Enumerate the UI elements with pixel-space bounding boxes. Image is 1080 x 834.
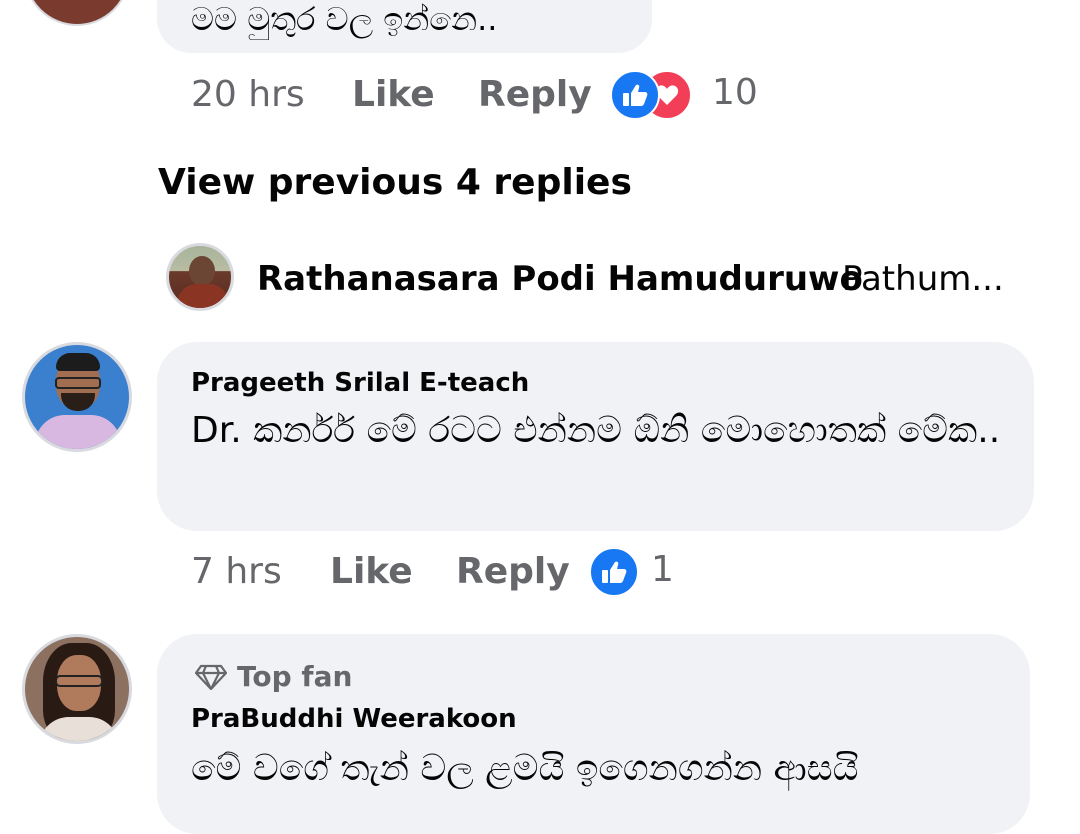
comment-author-2[interactable]: Prageeth Srilal E-teach [191,368,529,398]
comment-text-3: මේ වගේ තැන් වල ළමයි ඉගෙනගන්න ආසයි [191,748,859,789]
reply-button-1[interactable]: Reply [478,74,592,115]
view-previous-replies-link[interactable]: View previous 4 replies [158,162,632,203]
avatar-beard [61,393,95,411]
comment-time-2[interactable]: 7 hrs [191,551,282,592]
comment-bubble-3: Top fan PraBuddhi Weerakoon මේ වගේ තැන් … [157,634,1030,834]
reply-preview-author[interactable]: Rathanasara Podi Hamuduruwo [257,259,863,299]
avatar-commenter-2[interactable] [22,342,132,452]
top-fan-badge[interactable]: Top fan [195,660,395,693]
reply-button-2[interactable]: Reply [456,551,570,592]
glasses-icon [55,675,103,687]
reply-preview-snippet: Pathum... [842,259,1004,299]
reaction-count-2: 1 [651,549,674,590]
avatar-face [189,256,215,286]
comment-bubble-2: Prageeth Srilal E-teach Dr. කර්නර් මේ රට… [157,342,1034,531]
reactions-summary-1[interactable]: 10 [610,70,810,122]
comment-actions-1: 20 hrs Like Reply 10 [191,70,791,124]
reaction-count-1: 10 [712,72,758,113]
avatar-robe [177,284,229,308]
comment-actions-2: 7 hrs Like Reply 1 [191,547,791,601]
comment-author-3[interactable]: PraBuddhi Weerakoon [191,704,517,734]
comment-text-1: මම මුතුර වල ඉන්නෙ.. [191,0,498,38]
avatar-shirt [35,415,121,449]
comment-time-1[interactable]: 20 hrs [191,74,305,115]
reactions-summary-2[interactable]: 1 [589,547,709,599]
comment-text-2: Dr. කර්නර් මේ රටට එන්නම ඕනි මොහොතක් මේක.… [191,410,1001,451]
comment-bubble-1: මම මුතුර වල ඉන්නෙ.. [157,0,652,53]
reply-preview[interactable]: Rathanasara Podi Hamuduruwo Pathum... [166,243,1046,311]
like-button-1[interactable]: Like [352,74,435,115]
glasses-icon [55,377,101,389]
avatar-hair [56,353,100,371]
top-fan-label: Top fan [237,660,353,693]
like-icon [610,70,660,120]
avatar-commenter-3[interactable] [22,634,132,744]
avatar-reply-preview [166,243,234,311]
like-button-2[interactable]: Like [330,551,413,592]
like-icon [589,547,639,597]
avatar-commenter-1[interactable] [24,0,130,26]
diamond-icon [195,664,227,690]
